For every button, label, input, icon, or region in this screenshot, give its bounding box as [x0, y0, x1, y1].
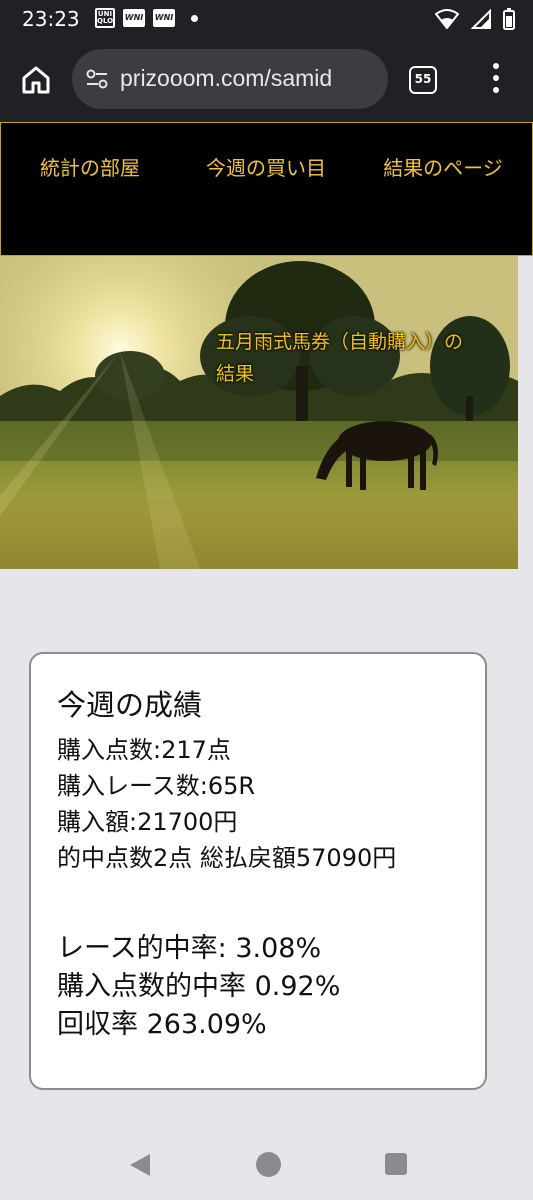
point-hit-rate-text: 購入点数的中率 0.92% [57, 971, 341, 1002]
weekly-results-card: 今週の成績 購入点数:217点 購入レース数:65R 購入額:21700円 的中… [29, 652, 487, 1090]
site-settings-icon[interactable] [86, 69, 108, 89]
status-bar: 23:23 UNI QLO WNI WNI [0, 0, 533, 38]
battery-icon [503, 8, 515, 30]
more-notifications-dot-icon [191, 14, 198, 22]
notification-icons: UNI QLO WNI WNI [95, 8, 198, 28]
overflow-menu-icon[interactable] [485, 63, 507, 95]
browser-toolbar: prizooom.com/samid 55 [0, 38, 533, 122]
address-bar[interactable]: prizooom.com/samid [72, 49, 388, 109]
hero-title: 五月雨式馬券（自動購入）の結果 [216, 331, 464, 385]
home-button-icon[interactable] [256, 1152, 281, 1177]
recent-apps-icon[interactable] [385, 1153, 407, 1175]
results-heading: 今週の成績 [57, 688, 203, 722]
nav-link-this-week-picks[interactable]: 今週の買い目 [196, 151, 336, 185]
back-icon[interactable] [128, 1152, 152, 1178]
wni-notification-icon: WNI [123, 9, 145, 27]
status-time: 23:23 [22, 7, 80, 31]
nav-link-results-page[interactable]: 結果のページ [363, 151, 523, 185]
wifi-icon [435, 9, 459, 29]
system-icons [435, 8, 515, 30]
system-navigation-bar [0, 1130, 533, 1200]
results-rates: レース的中率: 3.08% 購入点数的中率 0.92% 回収率 263.09% [57, 930, 467, 1044]
purchase-amount-text: 購入額:21700円 [57, 808, 238, 836]
purchased-races-text: 購入レース数:65R [57, 772, 256, 800]
hero-banner: 五月雨式馬券（自動購入）の結果 [0, 256, 518, 569]
hits-and-payout-text: 的中点数2点 総払戻額57090円 [57, 844, 397, 872]
race-hit-rate-text: レース的中率: 3.08% [57, 933, 322, 964]
results-details: 購入点数:217点 購入レース数:65R 購入額:21700円 的中点数2点 総… [57, 732, 467, 876]
tab-switcher-button[interactable]: 55 [409, 66, 437, 94]
home-icon[interactable] [20, 64, 52, 96]
purchased-points-text: 購入点数:217点 [57, 736, 231, 764]
url-text[interactable]: prizooom.com/samid [120, 65, 382, 92]
nav-link-statistics-room[interactable]: 統計の部屋 [15, 151, 165, 185]
return-rate-text: 回収率 263.09% [57, 1009, 267, 1040]
site-navigation: 統計の部屋 今週の買い目 結果のページ [0, 122, 533, 256]
horse-landscape-image [0, 256, 518, 569]
wni-notification-icon-2: WNI [153, 9, 175, 27]
signal-icon [471, 9, 491, 29]
uniqlo-notification-icon: UNI QLO [95, 8, 115, 28]
